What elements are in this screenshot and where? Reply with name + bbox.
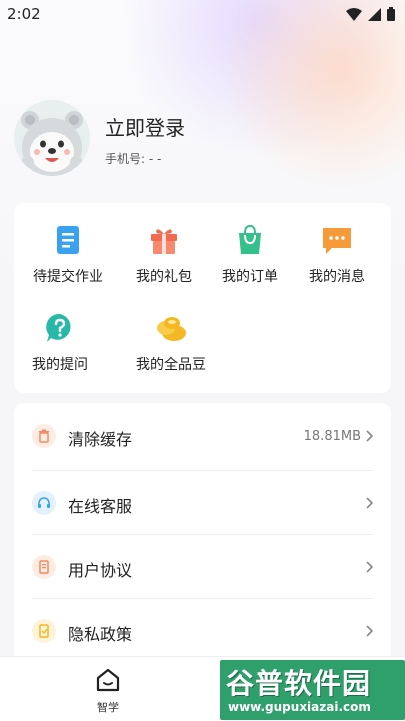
settings-row-privacy-policy[interactable]: 隐私政策 [14, 598, 391, 662]
cache-size: 18.81MB [303, 429, 361, 444]
quick-action-messages[interactable]: 我的消息 [291, 223, 383, 286]
settings-row-label: 用户协议 [68, 561, 133, 580]
tab-home[interactable]: 智学 [88, 667, 128, 715]
login-link[interactable]: 立即登录 [105, 112, 185, 141]
quick-action-gift[interactable]: 我的礼包 [118, 223, 210, 286]
quick-action-pending-homework[interactable]: 待提交作业 [22, 223, 114, 286]
assignment-icon [57, 226, 79, 254]
settings-row-clear-cache[interactable]: 清除缓存 18.81MB [14, 403, 391, 467]
watermark-logo: 谷普软件园 www.gupuxiazai.com [220, 660, 405, 720]
privacy-icon [32, 619, 56, 643]
gift-icon [151, 229, 177, 254]
quick-action-label: 我的消息 [309, 269, 365, 285]
quick-action-questions[interactable]: 我的提问 [14, 311, 106, 374]
chevron-right-icon [366, 625, 374, 637]
coins-icon [157, 317, 186, 341]
settings-row-user-agreement[interactable]: 用户协议 [14, 534, 391, 598]
question-icon [46, 313, 71, 342]
home-icon [96, 668, 120, 692]
watermark-text: 谷普软件园 [226, 667, 372, 700]
chevron-right-icon [366, 430, 374, 442]
headset-icon [32, 491, 56, 515]
quick-action-label: 我的提问 [32, 357, 88, 373]
quick-action-orders[interactable]: 我的订单 [204, 223, 296, 286]
document-icon [32, 555, 56, 579]
wifi-icon [346, 7, 362, 21]
chevron-right-icon [366, 497, 374, 509]
quick-action-beans[interactable]: 我的全品豆 [125, 311, 217, 374]
settings-row-label: 在线客服 [68, 497, 133, 516]
settings-row-label: 清除缓存 [68, 430, 133, 449]
quick-action-label: 我的全品豆 [136, 357, 206, 373]
battery-icon [387, 7, 395, 21]
settings-row-customer-service[interactable]: 在线客服 [14, 470, 391, 534]
shopping-bag-icon [239, 224, 261, 254]
bear-avatar-icon [21, 111, 83, 176]
settings-card: 清除缓存 18.81MB 在线客服 用户协议 隐私政策 [14, 403, 391, 663]
message-icon [323, 228, 351, 254]
settings-row-label: 隐私政策 [68, 625, 133, 644]
status-icons [346, 7, 395, 21]
quick-action-label: 我的订单 [222, 269, 278, 285]
phone-number: 手机号: - - [105, 152, 162, 166]
status-bar: 2:02 [0, 0, 405, 28]
tab-home-label: 智学 [97, 701, 119, 714]
chevron-right-icon [366, 561, 374, 573]
signal-icon [368, 7, 381, 21]
status-time: 2:02 [7, 5, 41, 23]
watermark-url: www.gupuxiazai.com [228, 700, 371, 714]
quick-action-label: 待提交作业 [33, 269, 103, 285]
trash-icon [32, 424, 56, 448]
quick-actions-card: 待提交作业 我的礼包 我的订单 我的消息 我的提问 我的全品豆 [14, 203, 391, 393]
avatar[interactable] [14, 100, 90, 176]
profile-section[interactable]: 立即登录 手机号: - - [14, 100, 394, 180]
quick-action-label: 我的礼包 [136, 269, 192, 285]
